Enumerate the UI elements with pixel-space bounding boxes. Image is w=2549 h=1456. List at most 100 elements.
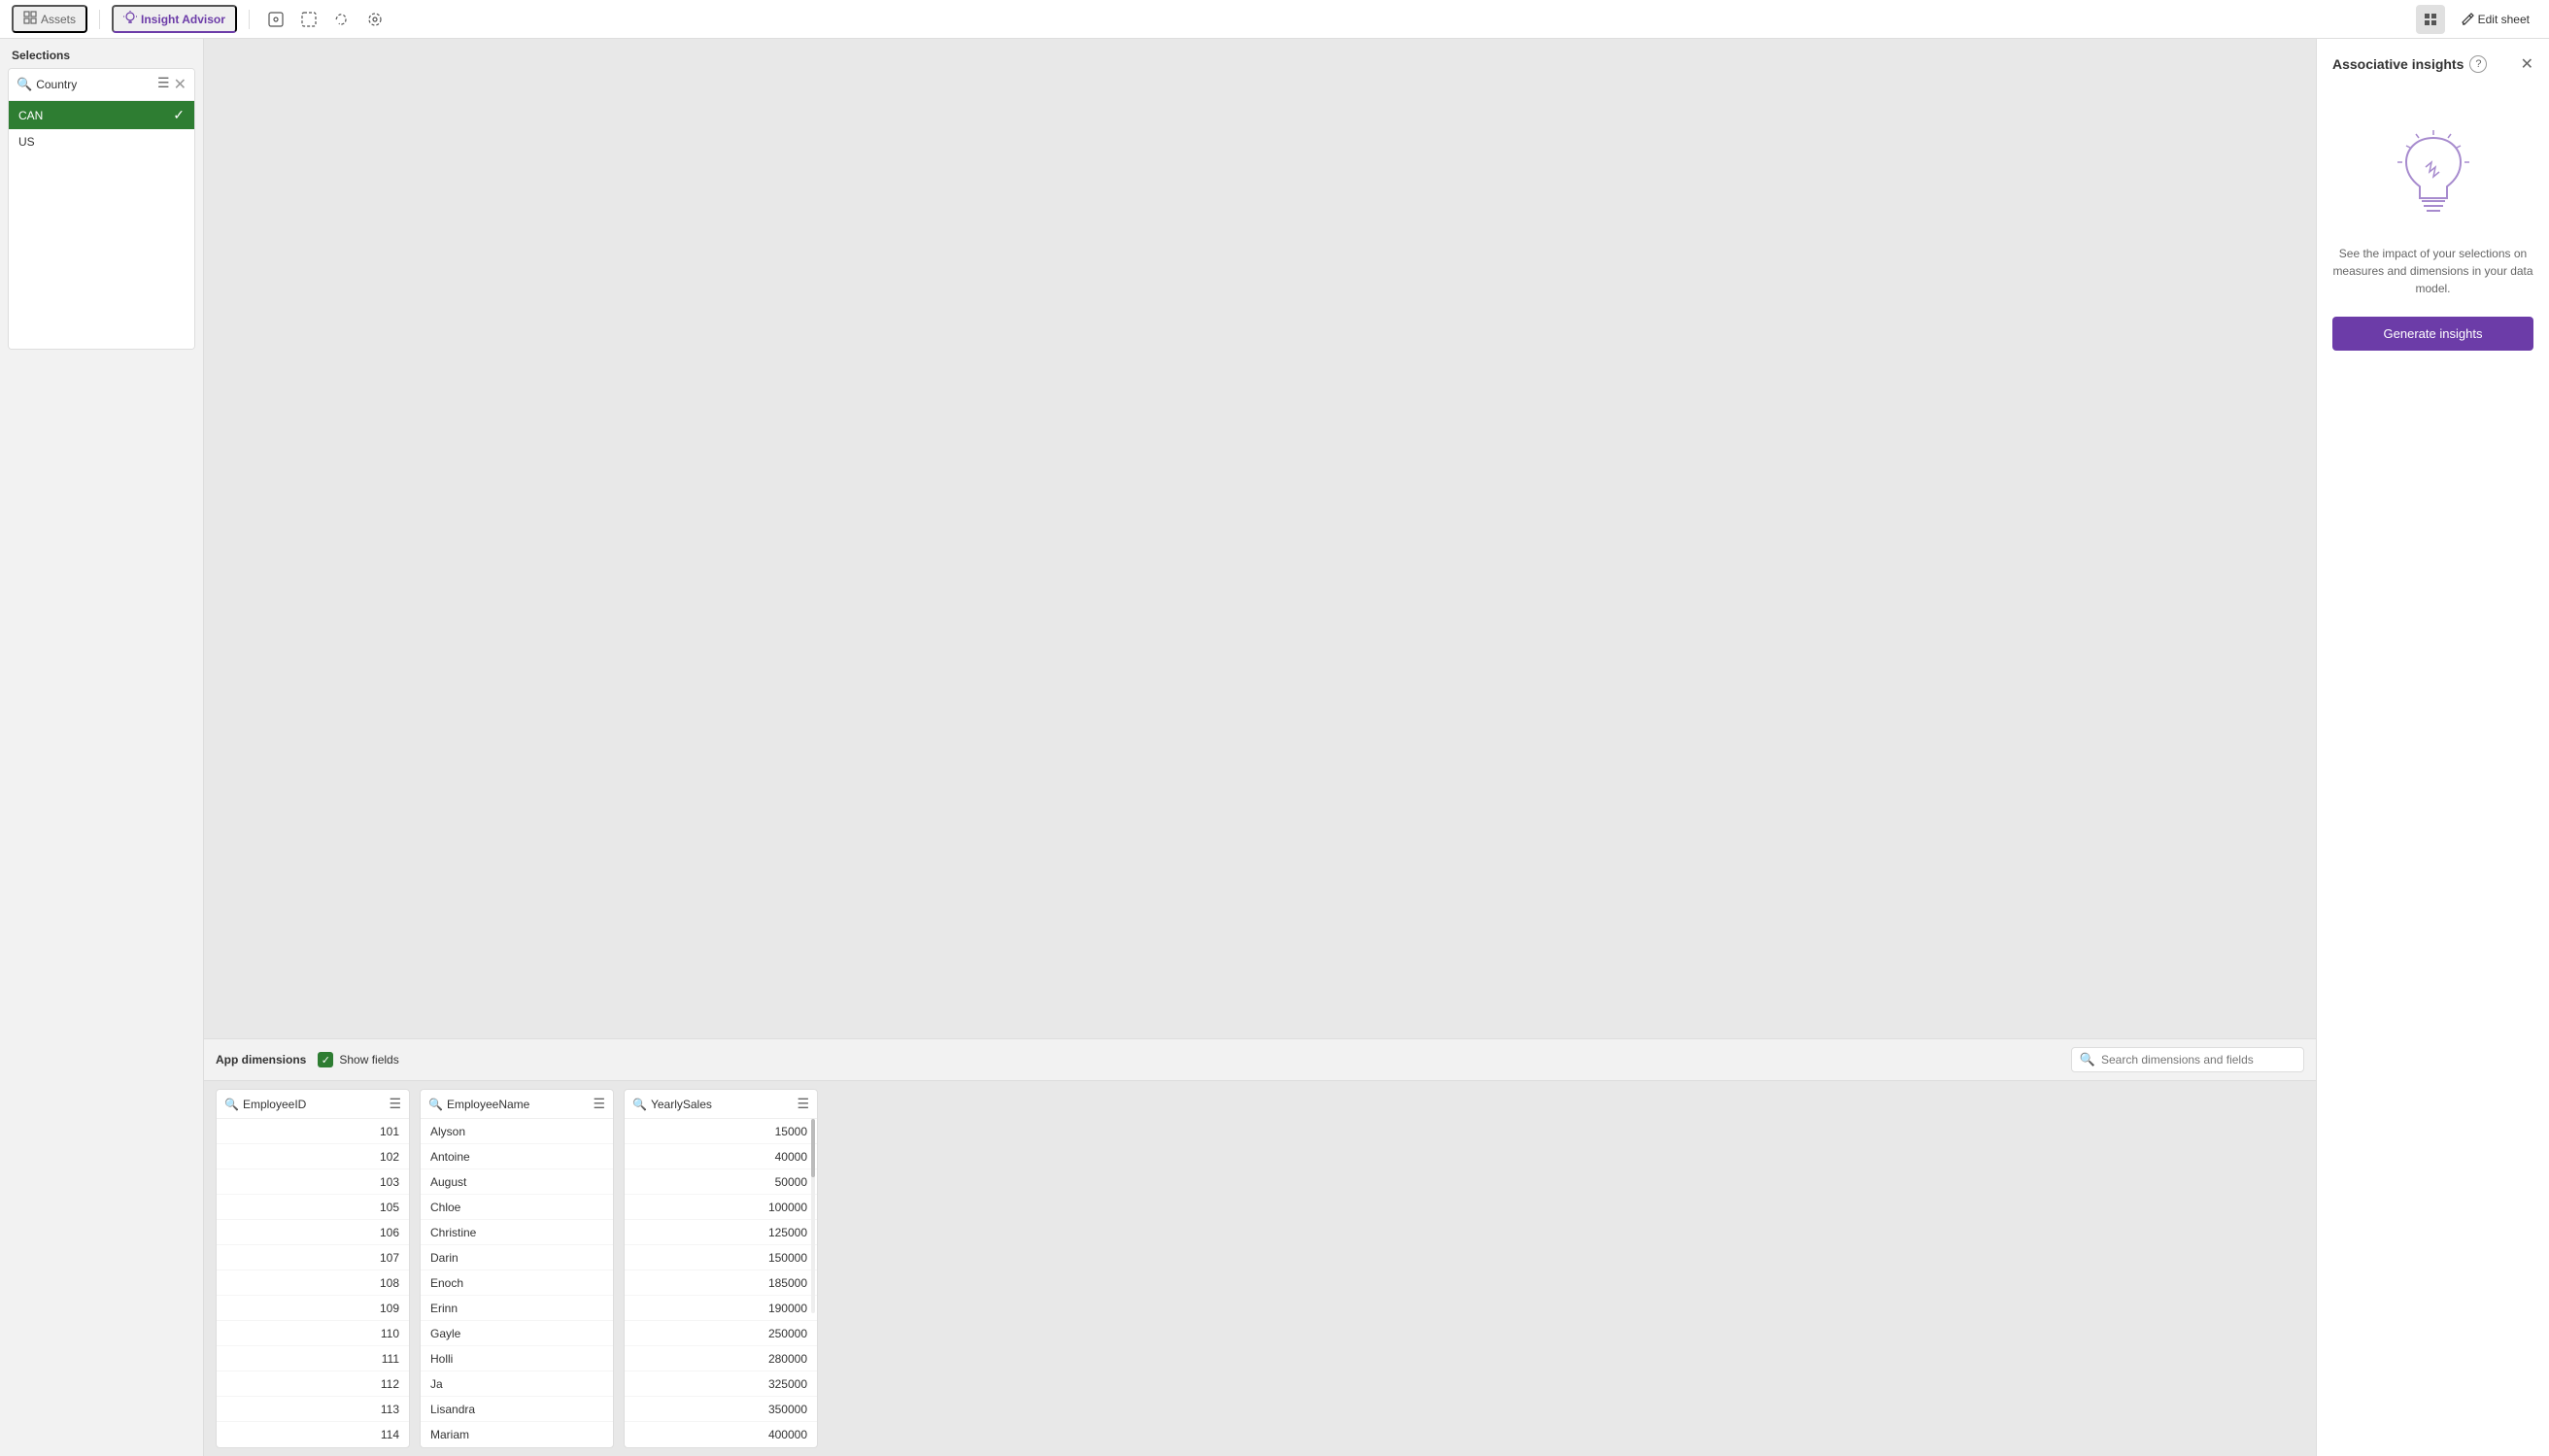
close-icon[interactable]: ✕ [2521, 54, 2533, 74]
dimensions-search-icon: 🔍 [2080, 1052, 2095, 1067]
lasso-tool-btn[interactable] [327, 5, 357, 34]
employee-id-menu-icon[interactable]: ☰ [389, 1096, 401, 1112]
filter-pane: 🔍 Country ☰ ✕ CAN ✓ US [8, 68, 195, 350]
scrollbar-thumb[interactable] [811, 1119, 815, 1177]
yearly-sales-title: YearlySales [651, 1098, 793, 1111]
dimensions-search-wrap: 🔍 [2071, 1047, 2304, 1072]
marquee-tool-btn[interactable] [294, 5, 323, 34]
table-row[interactable]: Mariam [421, 1422, 613, 1447]
table-row[interactable]: 280000 [625, 1346, 817, 1371]
employee-name-menu-icon[interactable]: ☰ [593, 1096, 605, 1112]
table-row[interactable]: 250000 [625, 1321, 817, 1346]
content-area: App dimensions ✓ Show fields 🔍 🔍 Employe… [204, 39, 2316, 1456]
filter-item-can-label: CAN [18, 109, 43, 122]
tool-icons [261, 5, 390, 34]
table-row[interactable]: 185000 [625, 1270, 817, 1296]
filter-list-icon[interactable]: ☰ [157, 75, 170, 94]
table-row[interactable]: 105 [217, 1195, 409, 1220]
insight-icon [123, 11, 137, 27]
checkmark-icon: ✓ [173, 107, 185, 123]
show-fields-label: Show fields [339, 1053, 398, 1067]
help-icon[interactable]: ? [2469, 55, 2487, 73]
table-row[interactable]: Alyson [421, 1119, 613, 1144]
right-panel-title: Associative insights [2332, 56, 2464, 72]
filter-item-us-label: US [18, 135, 35, 149]
table-row[interactable]: Holli [421, 1346, 613, 1371]
show-fields-toggle[interactable]: ✓ Show fields [318, 1052, 398, 1067]
show-fields-checkbox[interactable]: ✓ [318, 1052, 333, 1067]
table-row[interactable]: August [421, 1169, 613, 1195]
filter-clear-icon[interactable]: ✕ [174, 75, 187, 94]
dimensions-label: App dimensions [216, 1053, 306, 1067]
table-row[interactable]: Chloe [421, 1195, 613, 1220]
filter-item-us[interactable]: US [9, 129, 194, 154]
topbar-right: Edit sheet [2416, 5, 2537, 34]
table-row[interactable]: 325000 [625, 1371, 817, 1397]
employee-name-header: 🔍 EmployeeName ☰ [421, 1090, 613, 1119]
pen-tool-btn[interactable] [360, 5, 390, 34]
dimensions-search: 🔍 [2071, 1047, 2304, 1072]
table-row[interactable]: Gayle [421, 1321, 613, 1346]
filter-pane-title: Country [36, 78, 153, 91]
yearly-sales-header: 🔍 YearlySales ☰ [625, 1090, 817, 1119]
table-row[interactable]: 125000 [625, 1220, 817, 1245]
table-row[interactable]: 101 [217, 1119, 409, 1144]
table-row[interactable]: Ja [421, 1371, 613, 1397]
employee-id-header: 🔍 EmployeeID ☰ [217, 1090, 409, 1119]
right-panel-header: Associative insights ? ✕ [2332, 54, 2533, 74]
assets-icon [23, 11, 37, 27]
table-row[interactable]: 40000 [625, 1144, 817, 1169]
filter-item-can[interactable]: CAN ✓ [9, 101, 194, 129]
main-layout: Selections 🔍 Country ☰ ✕ CAN ✓ US [0, 39, 2549, 1456]
table-row[interactable]: Lisandra [421, 1397, 613, 1422]
yearly-sales-search-icon: 🔍 [632, 1098, 647, 1111]
dimensions-search-input[interactable] [2101, 1053, 2295, 1067]
table-row[interactable]: 107 [217, 1245, 409, 1270]
table-row[interactable]: 102 [217, 1144, 409, 1169]
table-row[interactable]: 112 [217, 1371, 409, 1397]
filter-empty-area [9, 154, 194, 349]
topbar: Assets Insight Advisor [0, 0, 2549, 39]
table-row[interactable]: Erinn [421, 1296, 613, 1321]
table-row[interactable]: 15000 [625, 1119, 817, 1144]
employee-id-rows: 101 102 103 105 106 107 108 109 110 111 … [217, 1119, 409, 1447]
insight-illustration [2332, 128, 2533, 225]
employee-name-title: EmployeeName [447, 1098, 589, 1111]
lightbulb-svg [2395, 128, 2472, 225]
yearly-sales-rows: 15000 40000 50000 100000 125000 150000 1… [625, 1119, 817, 1447]
left-panel: Selections 🔍 Country ☰ ✕ CAN ✓ US [0, 39, 204, 1456]
table-row[interactable]: Enoch [421, 1270, 613, 1296]
filter-pane-icons: ☰ ✕ [157, 75, 187, 94]
insight-advisor-label: Insight Advisor [141, 13, 225, 26]
table-row[interactable]: Christine [421, 1220, 613, 1245]
grid-view-btn[interactable] [2416, 5, 2445, 34]
yearly-sales-menu-icon[interactable]: ☰ [797, 1096, 809, 1112]
table-row[interactable]: Darin [421, 1245, 613, 1270]
table-row[interactable]: 108 [217, 1270, 409, 1296]
table-row[interactable]: 100000 [625, 1195, 817, 1220]
right-panel-title-wrap: Associative insights ? [2332, 55, 2487, 73]
table-row[interactable]: 50000 [625, 1169, 817, 1195]
insight-advisor-tab[interactable]: Insight Advisor [112, 5, 237, 33]
assets-tab[interactable]: Assets [12, 5, 87, 33]
content-top [204, 39, 2316, 1038]
table-row[interactable]: 113 [217, 1397, 409, 1422]
filter-search-icon: 🔍 [17, 77, 32, 92]
table-row[interactable]: 350000 [625, 1397, 817, 1422]
select-tool-btn[interactable] [261, 5, 290, 34]
table-row[interactable]: 103 [217, 1169, 409, 1195]
table-row[interactable]: 109 [217, 1296, 409, 1321]
table-row[interactable]: 190000 [625, 1296, 817, 1321]
table-row[interactable]: Antoine [421, 1144, 613, 1169]
edit-sheet-btn[interactable]: Edit sheet [2453, 9, 2537, 30]
generate-insights-btn[interactable]: Generate insights [2332, 317, 2533, 351]
employee-id-search-icon: 🔍 [224, 1098, 239, 1111]
yearly-sales-card: 🔍 YearlySales ☰ 15000 40000 50000 100000… [624, 1089, 818, 1448]
table-row[interactable]: 114 [217, 1422, 409, 1447]
table-row[interactable]: 150000 [625, 1245, 817, 1270]
table-row[interactable]: 400000 [625, 1422, 817, 1447]
right-panel: Associative insights ? ✕ [2316, 39, 2549, 1456]
table-row[interactable]: 106 [217, 1220, 409, 1245]
table-row[interactable]: 110 [217, 1321, 409, 1346]
table-row[interactable]: 111 [217, 1346, 409, 1371]
